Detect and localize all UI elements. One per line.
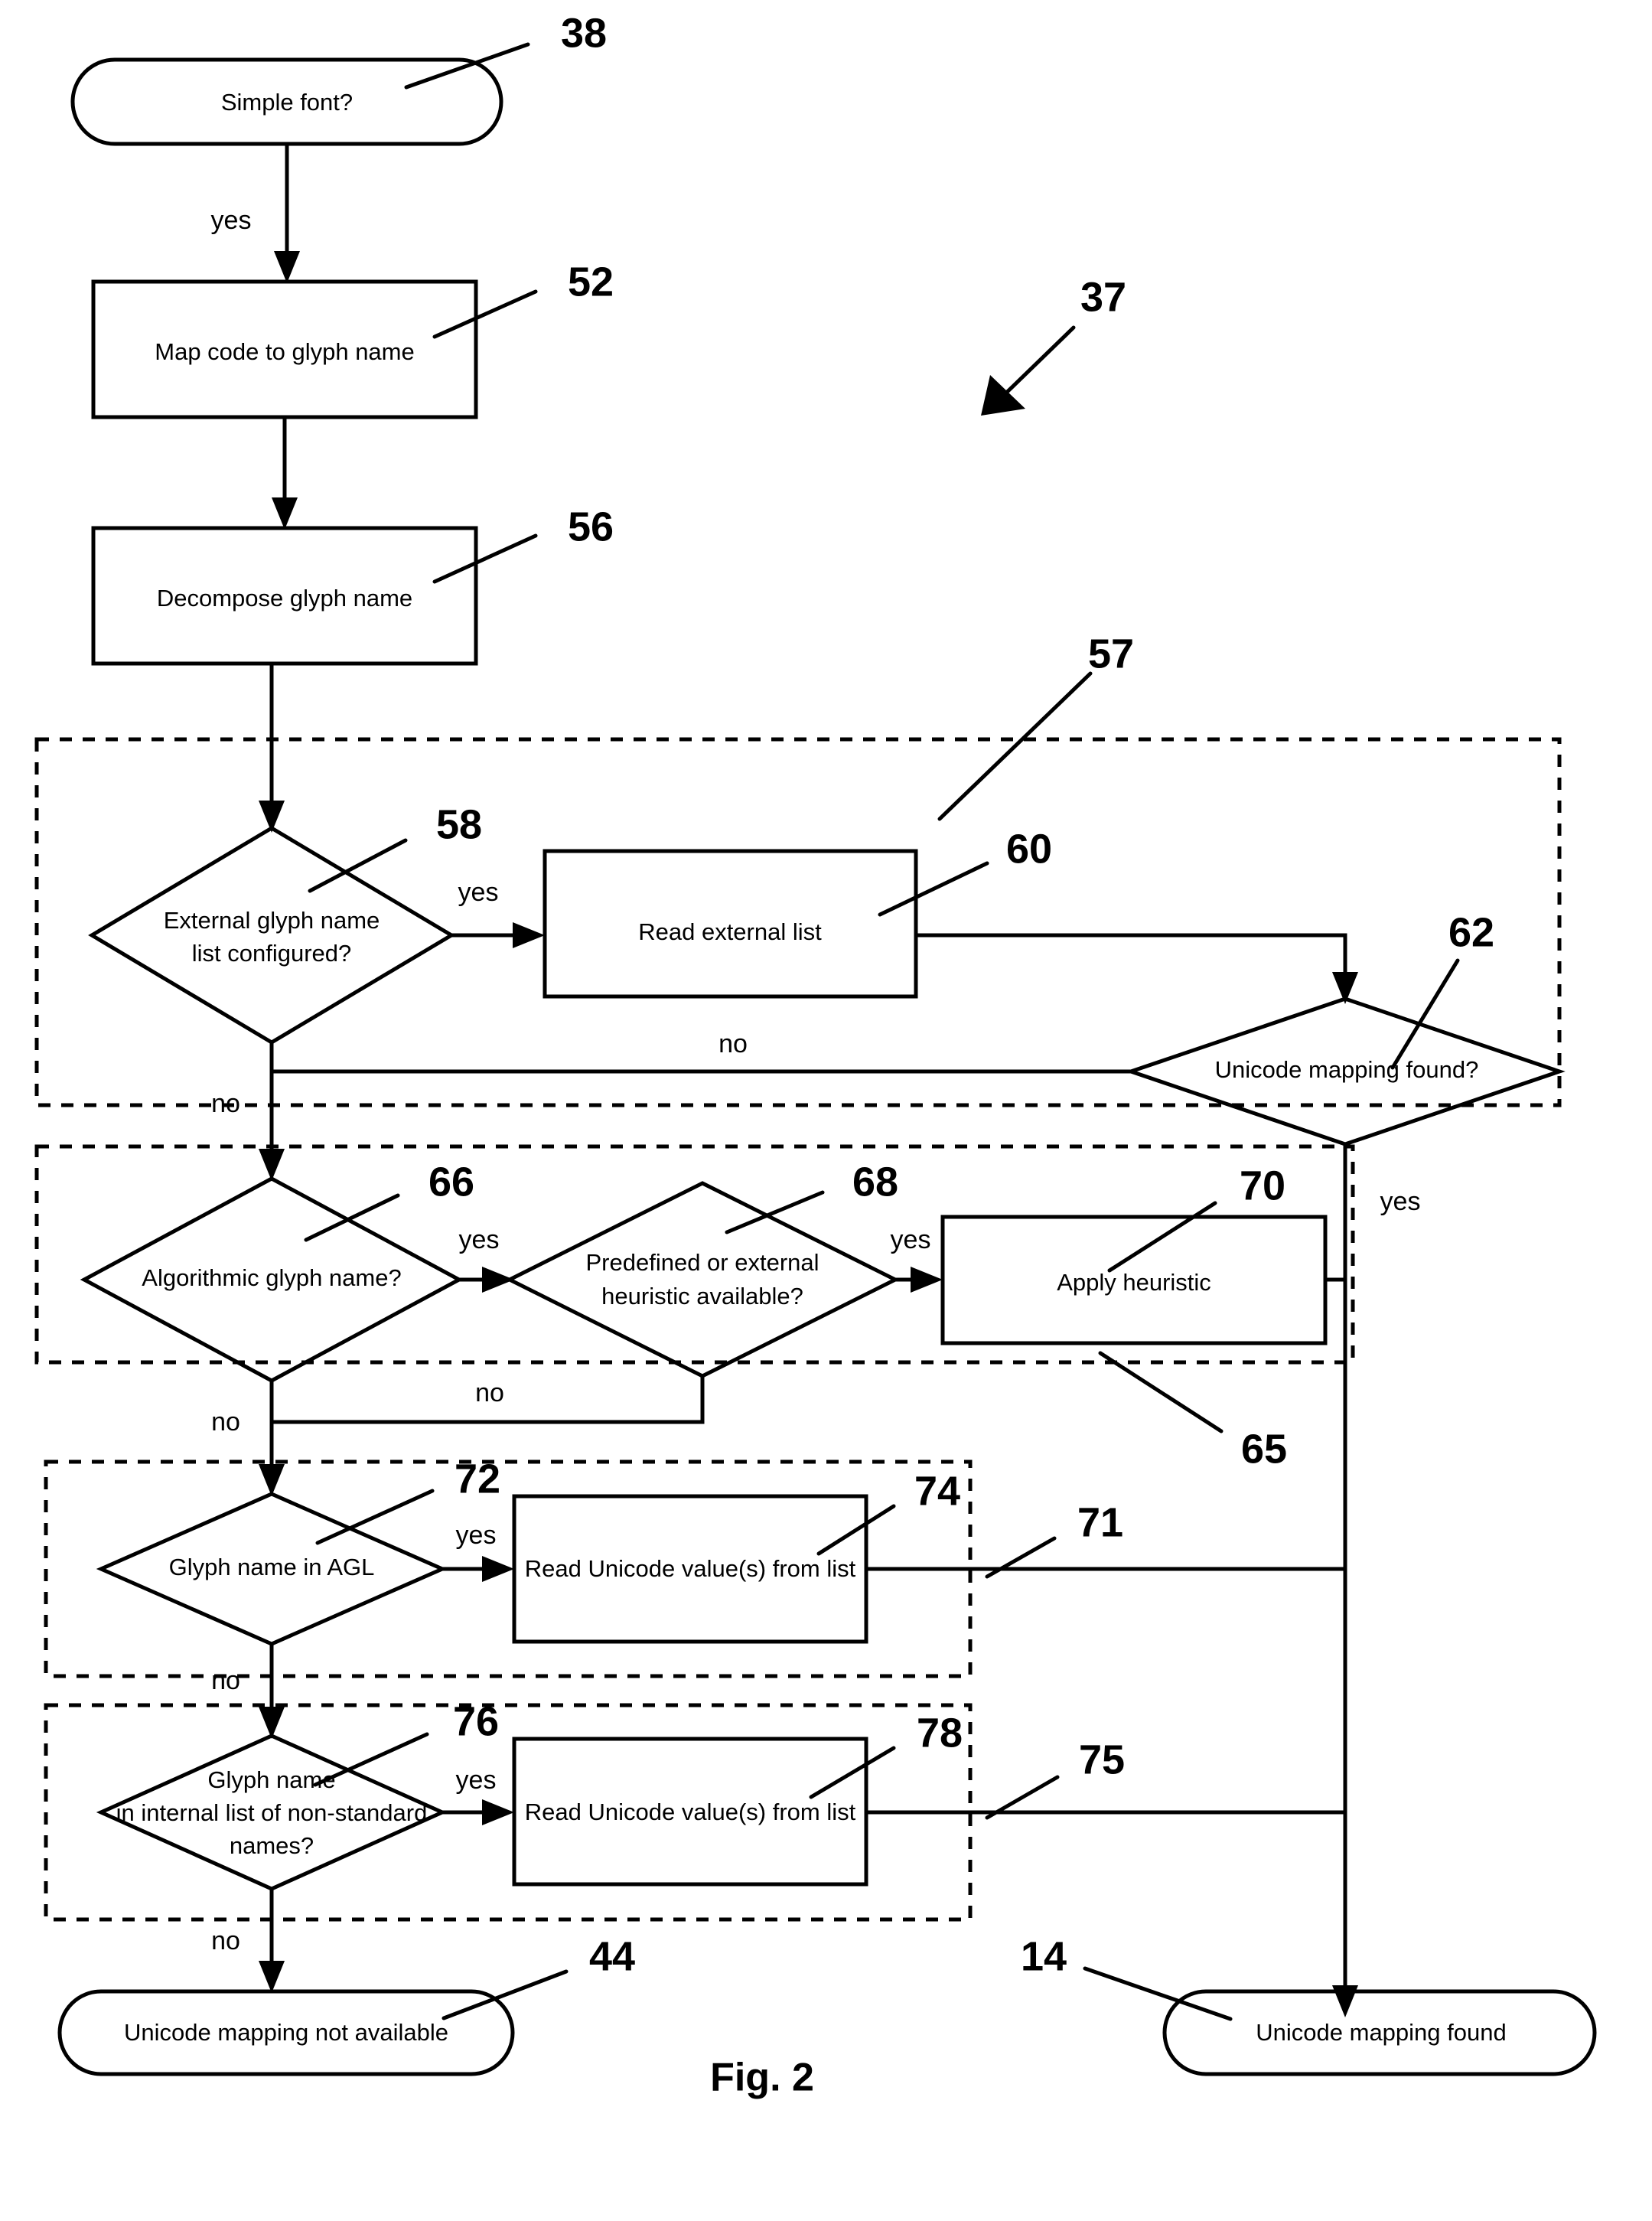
leader-line-37-stub: [1065, 1061, 1139, 1119]
node-read-unicode-internal-label: Read Unicode value(s) from list: [525, 1799, 856, 1825]
ref-number-71: 71: [1077, 1499, 1123, 1545]
ref-number-37: 37: [1080, 274, 1126, 320]
ref-number-68: 68: [852, 1159, 898, 1205]
figure-caption: Fig. 2: [710, 2056, 814, 2100]
arrowhead-spine-to-algo: [259, 1149, 285, 1181]
edge-label-algo-yes: yes: [459, 1225, 500, 1254]
node-nonstandard-label-line2: in internal list of non-standard: [116, 1799, 428, 1826]
leader-line-74: [816, 1504, 896, 1556]
ref-number-58: 58: [436, 801, 482, 847]
node-ext-list-label-line1: External glyph name: [164, 907, 380, 934]
ref-number-44: 44: [589, 1933, 635, 1979]
ref-number-66: 66: [428, 1159, 474, 1205]
ref-number-57: 57: [1088, 631, 1134, 677]
arrowhead-heuristic-yes: [911, 1267, 943, 1293]
node-ext-list-label-line2: list configured?: [192, 940, 352, 967]
leader-line-65: [1098, 1351, 1224, 1433]
node-algorithmic-label: Algorithmic glyph name?: [142, 1264, 401, 1291]
ref-number-75: 75: [1079, 1737, 1125, 1782]
leader-line-72: [315, 1489, 435, 1545]
figure-2-flowchart: Simple font? 38 yes Map code to glyph na…: [0, 0, 1652, 2221]
arrowhead-ext-yes-to-read: [513, 922, 545, 948]
leader-line-62: [1390, 958, 1460, 1070]
ref-number-70: 70: [1240, 1163, 1285, 1208]
ref-number-52: 52: [568, 259, 614, 305]
ref-number-38: 38: [561, 10, 607, 56]
leader-line-76: [313, 1732, 429, 1787]
flowchart-canvas: Simple font? 38 yes Map code to glyph na…: [34, 10, 1597, 2100]
ref-number-62: 62: [1448, 909, 1494, 955]
node-read-unicode-agl-label: Read Unicode value(s) from list: [525, 1555, 856, 1582]
node-heuristic-q-label-line2: heuristic available?: [601, 1283, 803, 1309]
node-agl-label: Glyph name in AGL: [169, 1554, 375, 1580]
edge-label-found-yes: yes: [1380, 1187, 1421, 1216]
edge-label-heuristic-yes: yes: [891, 1225, 931, 1254]
edge-label-nonstd-yes: yes: [456, 1766, 497, 1795]
edge-label-heuristic-no: no: [475, 1378, 504, 1407]
edge-read-to-found: [916, 933, 1347, 986]
node-found-label: Unicode mapping found: [1256, 2019, 1506, 2046]
ref-number-60: 60: [1006, 826, 1052, 872]
node-heuristic-q-label-line1: Predefined or external: [585, 1249, 819, 1276]
edge-label-agl-yes: yes: [456, 1521, 497, 1550]
ref-number-72: 72: [455, 1456, 500, 1502]
arrowhead-map-to-decompose: [272, 497, 298, 530]
leader-line-70: [1107, 1201, 1217, 1273]
ref-number-76: 76: [453, 1698, 499, 1744]
leader-line-60: [878, 861, 989, 917]
edge-label-found-no: no: [718, 1029, 748, 1058]
leader-line-68: [725, 1190, 825, 1234]
edge-label-ext-yes: yes: [458, 878, 499, 907]
node-map-code-label: Map code to glyph name: [155, 338, 415, 365]
leader-line-66: [304, 1193, 400, 1242]
arrowhead-nonstd-yes: [482, 1799, 514, 1825]
node-not-available-label: Unicode mapping not available: [124, 2019, 448, 2046]
ref-number-56: 56: [568, 504, 614, 550]
arrowhead-spine-to-agl: [259, 1464, 285, 1496]
edge-label-nonstd-no: no: [211, 1926, 240, 1955]
leader-line-37: [996, 325, 1076, 403]
arrowhead-start-to-map: [274, 251, 300, 283]
node-unicode-found-label: Unicode mapping found?: [1215, 1056, 1479, 1083]
edge-label-start-yes: yes: [211, 206, 252, 235]
node-apply-heuristic-label: Apply heuristic: [1057, 1269, 1211, 1296]
ref-number-65: 65: [1241, 1426, 1287, 1472]
edge-label-ext-no: no: [211, 1089, 240, 1118]
node-read-ext-label: Read external list: [638, 918, 822, 945]
leader-line-58: [308, 838, 408, 893]
leader-line-57: [937, 671, 1093, 821]
node-nonstandard-label-line3: names?: [230, 1832, 314, 1859]
ref-number-14: 14: [1021, 1933, 1067, 1979]
ref-number-78: 78: [917, 1710, 963, 1756]
edge-label-algo-no: no: [211, 1407, 240, 1437]
node-start-label: Simple font?: [221, 89, 353, 116]
leader-line-52: [432, 289, 538, 339]
edge-label-agl-no: no: [211, 1666, 240, 1695]
node-ext-list-shape: [88, 826, 455, 1045]
ref-number-74: 74: [914, 1468, 960, 1514]
leader-line-14: [1083, 1966, 1233, 2021]
arrowhead-agl-yes: [482, 1556, 514, 1582]
leader-line-38: [404, 42, 530, 90]
arrowhead-to-not-available: [259, 1961, 285, 1993]
leader-line-56: [432, 533, 538, 584]
node-decompose-label: Decompose glyph name: [157, 585, 412, 612]
node-heuristic-q-shape: [505, 1181, 900, 1378]
node-nonstandard-label-line1: Glyph name: [207, 1766, 335, 1793]
leader-line-78: [809, 1746, 896, 1799]
